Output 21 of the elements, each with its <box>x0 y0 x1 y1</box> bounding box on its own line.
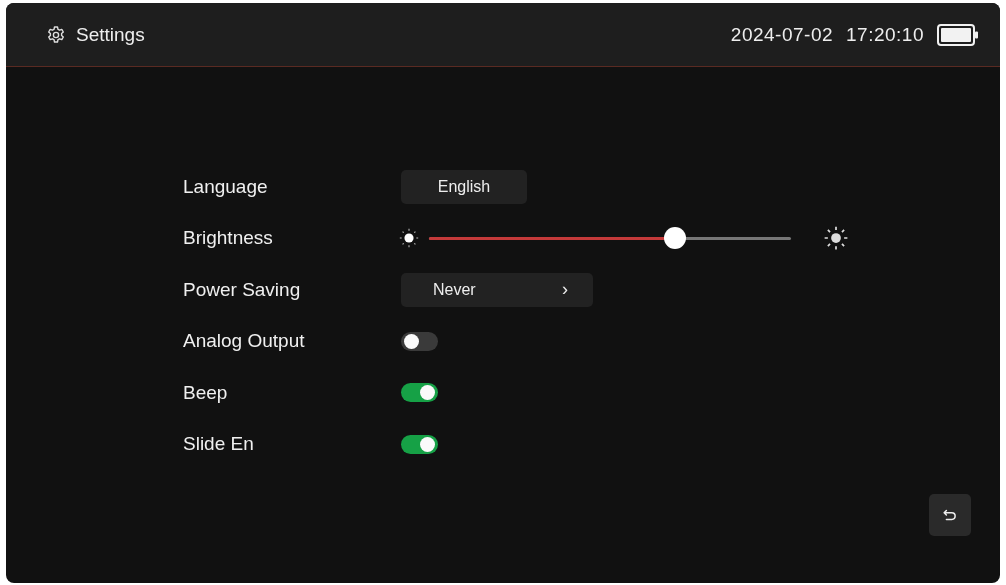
toggle-switch[interactable] <box>401 383 438 403</box>
bright-sun-icon <box>823 225 849 252</box>
back-button[interactable] <box>929 494 971 536</box>
setting-label: Beep <box>183 381 229 404</box>
toggle-switch[interactable] <box>401 434 438 454</box>
language-button[interactable]: English <box>401 169 527 204</box>
slider-thumb[interactable] <box>664 227 687 250</box>
setting-label: Brightness <box>183 227 274 250</box>
setting-label: Slide En <box>183 433 255 456</box>
battery-icon <box>937 23 979 46</box>
toggle-switch[interactable] <box>401 331 438 351</box>
power-saving-button[interactable]: Never › <box>401 272 593 307</box>
screen-title: Settings <box>76 23 145 46</box>
time-text: 17:20:10 <box>846 23 924 46</box>
setting-label: Power Saving <box>183 278 302 301</box>
settings-icon <box>46 24 66 45</box>
setting-label: Analog Output <box>183 330 306 353</box>
date-text: 2024-07-02 <box>730 23 834 46</box>
brightness-slider[interactable] <box>429 227 791 250</box>
setting-label: Language <box>183 175 269 198</box>
dim-sun-icon <box>398 227 420 250</box>
